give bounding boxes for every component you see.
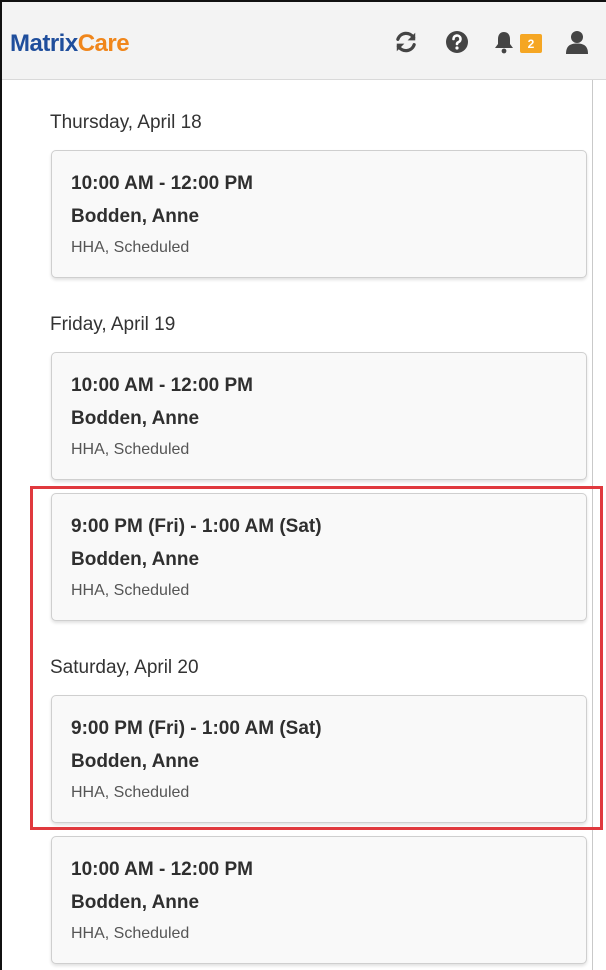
overnight-visit-highlight bbox=[30, 486, 603, 830]
notification-badge[interactable]: 2 bbox=[520, 34, 542, 53]
visit-card[interactable]: 10:00 AM - 12:00 PM Bodden, Anne HHA, Sc… bbox=[51, 352, 587, 480]
date-heading-thursday: Thursday, April 18 bbox=[50, 112, 202, 133]
logo-part-matrix: Matrix bbox=[10, 30, 78, 57]
bell-icon[interactable] bbox=[490, 28, 518, 56]
visit-status: HHA, Scheduled bbox=[71, 441, 190, 458]
user-icon[interactable] bbox=[563, 28, 591, 56]
date-heading-friday: Friday, April 19 bbox=[50, 314, 176, 335]
visit-status: HHA, Scheduled bbox=[71, 925, 190, 942]
visit-status: HHA, Scheduled bbox=[71, 239, 190, 256]
visit-time: 10:00 AM - 12:00 PM bbox=[71, 375, 253, 396]
help-icon[interactable] bbox=[443, 28, 471, 56]
visit-card[interactable]: 10:00 AM - 12:00 PM Bodden, Anne HHA, Sc… bbox=[51, 150, 587, 278]
matrixcare-logo[interactable]: MatrixCare bbox=[10, 30, 130, 58]
logo-part-care: Care bbox=[77, 30, 130, 57]
refresh-icon[interactable] bbox=[392, 28, 420, 56]
visit-time: 10:00 AM - 12:00 PM bbox=[71, 859, 253, 880]
visit-client-name: Bodden, Anne bbox=[71, 408, 200, 429]
app-header: MatrixCare 2 bbox=[2, 2, 606, 80]
visit-client-name: Bodden, Anne bbox=[71, 892, 200, 913]
visit-client-name: Bodden, Anne bbox=[71, 206, 200, 227]
visit-time: 10:00 AM - 12:00 PM bbox=[71, 173, 253, 194]
visit-card[interactable]: 10:00 AM - 12:00 PM Bodden, Anne HHA, Sc… bbox=[51, 836, 587, 964]
